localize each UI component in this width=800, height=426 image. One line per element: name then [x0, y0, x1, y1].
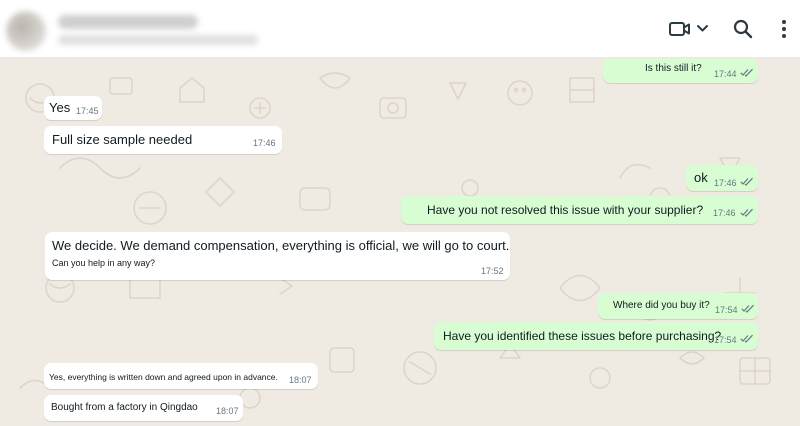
- read-ticks-icon: [740, 68, 753, 77]
- message-time: 18:07: [289, 375, 312, 385]
- message-text: Have you not resolved this issue with yo…: [427, 203, 704, 217]
- message-time: 17:46: [714, 178, 737, 188]
- message-time: 18:07: [216, 406, 239, 416]
- message-time: 17:54: [715, 305, 738, 315]
- message-time: 17:46: [713, 208, 736, 218]
- chat-area[interactable]: Is this still it? 17:44 Yes 17:45 Full s…: [0, 58, 800, 426]
- message-text: Yes, everything is written down and agre…: [49, 372, 278, 382]
- message-bubble-incoming[interactable]: Bought from a factory in Qingdao 18:07: [44, 395, 243, 421]
- message-bubble-outgoing[interactable]: Have you identified these issues before …: [434, 322, 758, 350]
- message-time: 17:52: [481, 266, 504, 276]
- menu-button[interactable]: [774, 16, 794, 42]
- message-text: Full size sample needed: [52, 132, 193, 147]
- search-button[interactable]: [730, 16, 756, 42]
- read-ticks-icon: [740, 208, 753, 217]
- read-ticks-icon: [741, 304, 754, 313]
- message-bubble-outgoing[interactable]: ok 17:46: [686, 165, 758, 191]
- contact-avatar[interactable]: [6, 11, 46, 51]
- contact-status-blurred: [58, 35, 258, 45]
- message-time: 17:44: [714, 69, 737, 79]
- video-call-button[interactable]: [668, 16, 712, 42]
- message-text: Have you identified these issues before …: [443, 329, 722, 343]
- read-ticks-icon: [740, 334, 753, 343]
- message-bubble-outgoing[interactable]: Is this still it? 17:44: [603, 59, 758, 83]
- message-bubble-incoming[interactable]: We decide. We demand compensation, every…: [45, 232, 510, 280]
- search-icon: [733, 19, 753, 39]
- menu-icon: [782, 20, 786, 38]
- message-bubble-incoming[interactable]: Full size sample needed 17:46: [44, 126, 282, 154]
- chat-header: [0, 0, 800, 58]
- message-bubble-incoming[interactable]: Yes, everything is written down and agre…: [44, 363, 318, 389]
- message-time: 17:46: [253, 138, 276, 148]
- message-text: ok: [694, 170, 708, 185]
- message-time: 17:45: [76, 106, 99, 116]
- message-text: Where did you buy it?: [613, 300, 710, 311]
- message-text: Yes: [49, 100, 71, 115]
- contact-info[interactable]: [6, 9, 258, 51]
- message-time: 17:54: [714, 335, 737, 345]
- message-bubble-outgoing[interactable]: Where did you buy it? 17:54: [598, 293, 758, 319]
- message-text: We decide. We demand compensation, every…: [52, 238, 510, 253]
- message-subtext: Can you help in any way?: [52, 258, 156, 268]
- read-ticks-icon: [740, 177, 753, 186]
- message-bubble-outgoing[interactable]: Have you not resolved this issue with yo…: [401, 196, 758, 224]
- message-text: Bought from a factory in Qingdao: [51, 402, 198, 413]
- video-call-icon: [669, 22, 708, 36]
- contact-name-blurred: [58, 15, 198, 29]
- chevron-down-icon: [697, 25, 708, 32]
- message-bubble-incoming[interactable]: Yes 17:45: [44, 96, 102, 120]
- message-text: Is this still it?: [645, 63, 702, 74]
